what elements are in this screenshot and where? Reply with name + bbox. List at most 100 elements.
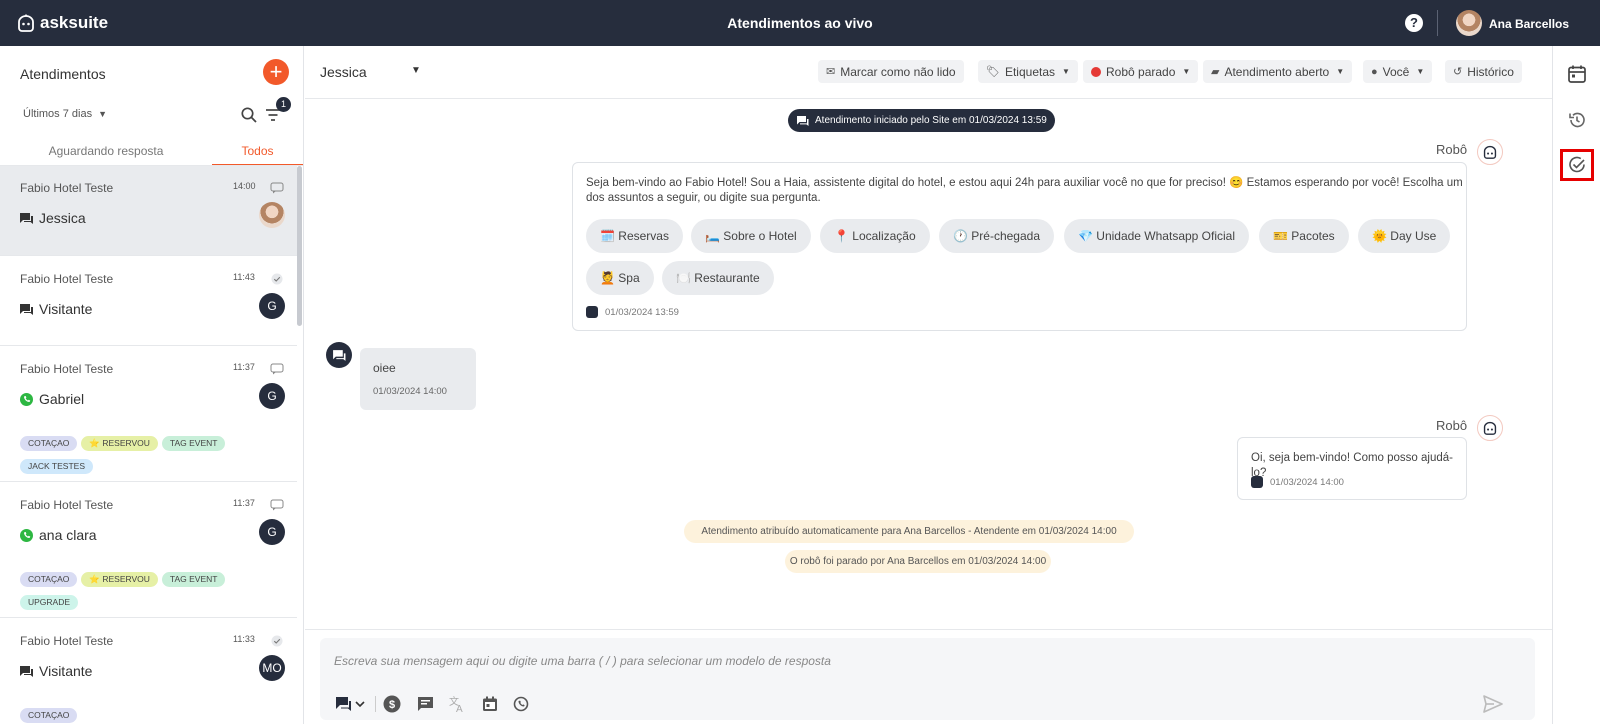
- robot-label: Robô: [1436, 418, 1468, 433]
- conversation-time: 11:37: [233, 498, 255, 508]
- quick-reply-button[interactable]: 🍽️ Restaurante: [662, 261, 774, 295]
- quick-reply-button[interactable]: 🛏️ Sobre o Hotel: [691, 219, 811, 253]
- person-icon: ●: [1371, 65, 1378, 78]
- robot-stopped-indicator: [1091, 66, 1101, 77]
- timestamp-text: 01/03/2024 14:00: [1270, 476, 1344, 488]
- conversation-item[interactable]: Fabio Hotel Teste 11:37 Gabriel G COTAÇA…: [0, 347, 297, 482]
- check-icon: [271, 635, 283, 647]
- tag-chip: TAG EVENT: [161, 436, 226, 451]
- chevron-down-icon[interactable]: ▼: [411, 65, 421, 76]
- whatsapp-icon[interactable]: [512, 695, 530, 713]
- right-rail: [1552, 46, 1600, 724]
- highlight-box: [1560, 149, 1594, 181]
- period-label: Últimos 7 dias: [23, 108, 93, 120]
- ticket-status-dropdown[interactable]: ▰ Atendimento aberto ▼: [1203, 60, 1353, 83]
- whatsapp-icon: [20, 393, 33, 406]
- user-avatar[interactable]: [1456, 10, 1482, 36]
- tag-chip: JACK TESTES: [20, 459, 93, 474]
- quick-reply-button[interactable]: 🕐 Pré-chegada: [939, 219, 1054, 253]
- chat-icon: [20, 666, 33, 677]
- add-conversation-button[interactable]: +: [263, 59, 289, 85]
- bot-message: Oi, seja bem-vindo! Como posso ajudá-lo?…: [1237, 437, 1467, 500]
- contact-selector[interactable]: Jessica: [320, 64, 367, 80]
- conversation-name: Jessica: [39, 210, 86, 226]
- assignee-label: Você: [1382, 64, 1410, 79]
- scrollbar[interactable]: [297, 166, 302, 326]
- conversation-hotel: Fabio Hotel Teste: [20, 498, 114, 512]
- contact-avatar: MO: [259, 655, 285, 681]
- history-button[interactable]: ↺ Histórico: [1445, 60, 1522, 83]
- conversation-item[interactable]: Fabio Hotel Teste 11:43 Visitante G: [0, 257, 297, 346]
- tag-chip: COTAÇAO: [20, 436, 78, 451]
- period-dropdown[interactable]: Últimos 7 dias ▼: [23, 108, 107, 120]
- conversation-item[interactable]: Fabio Hotel Teste 11:37 ana clara G COTA…: [0, 483, 297, 618]
- robot-avatar: [1477, 415, 1503, 441]
- conversations-panel: Atendimentos + Últimos 7 dias ▼ 1 Aguarda…: [0, 46, 304, 724]
- quick-reply-button[interactable]: 💆 Spa: [586, 261, 654, 295]
- chat-channel-icon: [336, 697, 365, 711]
- contact-avatar: G: [259, 383, 285, 409]
- contact-avatar: [259, 202, 285, 228]
- calendar-icon[interactable]: [1567, 64, 1587, 84]
- contact-avatar: G: [259, 293, 285, 319]
- quick-reply-button[interactable]: 🎫 Pacotes: [1259, 219, 1349, 253]
- contact-avatar: G: [259, 519, 285, 545]
- check-icon: [271, 273, 283, 285]
- conversation-item[interactable]: Fabio Hotel Teste 11:33 Visitante MO COT…: [0, 619, 297, 724]
- history-icon: ↺: [1453, 66, 1463, 78]
- svg-text:$: $: [389, 699, 395, 711]
- quick-message-icon[interactable]: [416, 695, 434, 713]
- system-notice: O robô foi parado por Ana Barcellos em 0…: [785, 550, 1051, 573]
- chevron-down-icon: ▼: [1416, 67, 1425, 76]
- calendar-icon[interactable]: [481, 695, 499, 713]
- panel-title: Atendimentos: [20, 66, 106, 82]
- chat-icon: [797, 115, 809, 126]
- logo-text: asksuite: [40, 13, 109, 32]
- message-status-icon: [270, 499, 284, 511]
- ticket-status-label: Atendimento aberto: [1224, 64, 1330, 79]
- conversation-hotel: Fabio Hotel Teste: [20, 634, 114, 648]
- conversation-hotel: Fabio Hotel Teste: [20, 362, 114, 376]
- conversation-time: 11:37: [233, 362, 255, 372]
- divider: [375, 696, 376, 712]
- asksuite-logo[interactable]: asksuite: [16, 12, 108, 34]
- chevron-down-icon: ▼: [98, 109, 107, 119]
- quick-reply-button[interactable]: 🗓️ Reservas: [586, 219, 683, 253]
- payment-icon[interactable]: $: [383, 695, 401, 713]
- user-name[interactable]: Ana Barcellos: [1489, 17, 1569, 31]
- tag-list: COTAÇAO ⭐ RESERVOU TAG EVENT UPGRADE: [20, 569, 280, 615]
- tab-waiting[interactable]: Aguardando resposta: [0, 144, 212, 158]
- conversation-item[interactable]: Fabio Hotel Teste 14:00 Jessica: [0, 166, 297, 256]
- chat-panel: Jessica ▼ ✉ Marcar como não lido 🏷 Etiquet…: [305, 46, 1552, 724]
- page-title: Atendimentos ao vivo: [727, 15, 873, 31]
- history-icon[interactable]: [1567, 110, 1587, 130]
- robot-logo-icon: [18, 14, 34, 32]
- robot-status-dropdown[interactable]: Robô parado ▼: [1083, 60, 1199, 83]
- search-icon[interactable]: [240, 106, 258, 124]
- timestamp-text: 01/03/2024 13:59: [605, 306, 679, 318]
- quick-reply-button[interactable]: 💎 Unidade Whatsapp Oficial: [1064, 219, 1250, 253]
- labels-dropdown[interactable]: 🏷 Etiquetas ▼: [978, 60, 1078, 83]
- quick-reply-button[interactable]: 🌞 Day Use: [1358, 219, 1451, 253]
- mark-unread-label: Marcar como não lido: [840, 64, 956, 79]
- help-icon[interactable]: ?: [1405, 14, 1423, 32]
- mark-unread-button[interactable]: ✉ Marcar como não lido: [818, 60, 964, 83]
- assignee-dropdown[interactable]: ● Você ▼: [1363, 60, 1433, 83]
- tag-chip: TAG EVENT: [161, 572, 226, 587]
- conversation-hotel: Fabio Hotel Teste: [20, 181, 114, 195]
- robot-avatar: [1477, 139, 1503, 165]
- channel-selector[interactable]: [332, 695, 368, 713]
- tag-chip: ⭐ RESERVOU: [81, 436, 158, 451]
- tab-all[interactable]: Todos: [212, 144, 303, 158]
- quick-reply-button[interactable]: 📍 Localização: [820, 219, 930, 253]
- labels-label: Etiquetas: [1004, 64, 1056, 79]
- chat-icon: [333, 349, 346, 361]
- message-timestamp: 01/03/2024 13:59: [586, 306, 679, 318]
- translate-icon[interactable]: 文A: [448, 695, 466, 713]
- whatsapp-icon: [20, 529, 33, 542]
- filter-count-badge: 1: [276, 97, 291, 112]
- message-input[interactable]: Escreva sua mensagem aqui ou digite uma …: [334, 654, 831, 668]
- message-icon: ▰: [1211, 66, 1220, 78]
- send-icon[interactable]: [1482, 695, 1504, 713]
- robot-status-label: Robô parado: [1106, 64, 1176, 79]
